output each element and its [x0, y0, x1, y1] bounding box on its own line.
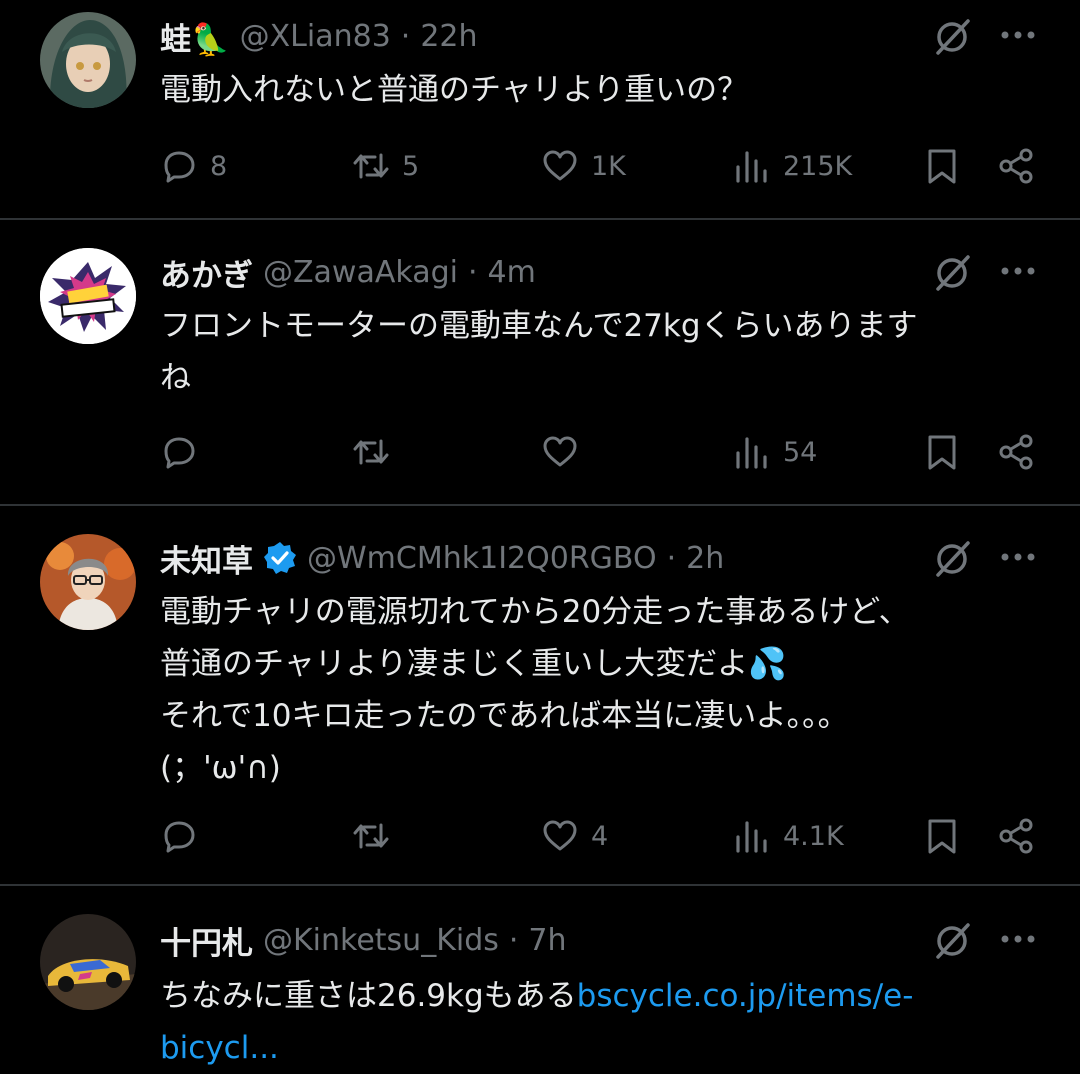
like-button[interactable]: 4 — [541, 814, 608, 858]
bookmark-button[interactable] — [923, 430, 961, 474]
more-icon[interactable] — [1000, 552, 1036, 562]
display-name[interactable]: 未知草 — [160, 536, 253, 581]
share-icon — [999, 818, 1033, 854]
tweet-header: 十円札 @Kinketsu_Kids · 7h — [160, 918, 567, 962]
like-count: 4 — [591, 820, 609, 852]
tweet-text: 電動入れないと普通のチャリより重いの？ — [160, 64, 1040, 116]
handle[interactable]: @ZawaAkagi — [263, 255, 458, 290]
handle[interactable]: @XLian83 — [240, 19, 391, 54]
share-icon — [999, 148, 1033, 184]
views-icon — [736, 151, 767, 183]
reply-icon — [164, 437, 195, 469]
tweet-text-line: ちなみに重さは26.9kgもある — [160, 978, 577, 1014]
tweet-text: フロントモーターの電動車なんで27kgくらいあります ね — [160, 300, 1040, 404]
tweet-text-line: ね — [160, 360, 191, 396]
tweet-2[interactable]: あかぎ @ZawaAkagi · 4m フロントモーターの電動車なんで27kgく… — [0, 220, 1080, 504]
bookmark-icon — [928, 435, 956, 470]
bookmark-button[interactable] — [923, 814, 961, 858]
separator: · — [400, 18, 411, 54]
views-button[interactable]: 4.1K — [733, 814, 844, 858]
grok-icon[interactable] — [932, 17, 972, 57]
retweet-button[interactable] — [352, 430, 402, 474]
retweet-button[interactable] — [352, 814, 402, 858]
tweet-text-line: 普通のチャリより凄まじく重いし大変だよ💦 — [160, 646, 787, 682]
separator: · — [508, 922, 519, 958]
tweet-text-line: 電動チャリの電源切れてから20分走った事あるけど、 — [160, 594, 910, 630]
display-name[interactable]: 蛙🦜 — [160, 14, 230, 59]
like-icon — [543, 150, 577, 181]
action-bar: 8 5 1K 215K — [0, 144, 1080, 188]
tweet-1[interactable]: 蛙🦜 @XLian83 · 22h 電動入れないと普通のチャリより重いの？ 8 … — [0, 0, 1080, 218]
tweet-header: あかぎ @ZawaAkagi · 4m — [160, 250, 536, 294]
views-icon — [736, 821, 767, 853]
grok-icon[interactable] — [932, 253, 972, 293]
retweet-count: 5 — [402, 150, 420, 182]
avatar-2[interactable] — [40, 248, 136, 344]
tweet-text-line: (；'ω'∩) — [160, 750, 281, 786]
verified-badge-icon[interactable] — [263, 541, 297, 575]
avatar-1[interactable] — [40, 12, 136, 108]
like-icon — [543, 436, 577, 467]
views-button[interactable]: 54 — [733, 430, 817, 474]
view-count: 54 — [783, 436, 818, 468]
separator: · — [666, 540, 677, 576]
more-icon[interactable] — [1000, 266, 1036, 276]
retweet-icon — [353, 823, 389, 849]
reply-button[interactable] — [160, 814, 210, 858]
share-button[interactable] — [997, 144, 1035, 188]
views-button[interactable]: 215K — [733, 144, 852, 188]
tweet-3[interactable]: 未知草 @WmCMhk1I2Q0RGBO · 2h 電動チャリの電源切れてから2… — [0, 506, 1080, 884]
like-count: 1K — [591, 150, 626, 182]
handle[interactable]: @Kinketsu_Kids — [263, 923, 499, 958]
like-button[interactable]: 1K — [541, 144, 626, 188]
like-icon — [543, 820, 577, 851]
tweet-4[interactable]: 十円札 @Kinketsu_Kids · 7h ちなみに重さは26.9kgもある… — [0, 886, 1080, 1073]
view-count: 215K — [783, 150, 853, 182]
share-icon — [999, 434, 1033, 470]
tweet-text-line: 電動入れないと普通のチャリより重いの？ — [160, 72, 749, 108]
more-icon[interactable] — [1000, 934, 1036, 944]
action-bar: 54 — [0, 430, 1080, 474]
display-name[interactable]: あかぎ — [160, 250, 253, 295]
tweet-header: 未知草 @WmCMhk1I2Q0RGBO · 2h — [160, 536, 724, 580]
views-icon — [736, 437, 767, 469]
grok-icon[interactable] — [932, 921, 972, 961]
avatar-4[interactable] — [40, 914, 136, 1010]
share-button[interactable] — [997, 814, 1035, 858]
timestamp[interactable]: 2h — [686, 541, 724, 576]
tweet-text-line: フロントモーターの電動車なんで27kgくらいあります — [160, 308, 918, 344]
bookmark-icon — [928, 819, 956, 854]
display-name[interactable]: 十円札 — [160, 918, 253, 963]
retweet-icon — [353, 439, 389, 465]
tweet-header: 蛙🦜 @XLian83 · 22h — [160, 14, 478, 58]
separator: · — [468, 254, 478, 290]
timestamp[interactable]: 22h — [420, 19, 477, 54]
bookmark-button[interactable] — [923, 144, 961, 188]
timestamp[interactable]: 4m — [488, 255, 536, 290]
tweet-text-line: それで10キロ走ったのであれば本当に凄いよ。。。 — [160, 698, 849, 734]
retweet-button[interactable]: 5 — [352, 144, 419, 188]
reply-count: 8 — [210, 150, 228, 182]
bookmark-icon — [928, 149, 956, 184]
reply-icon — [164, 821, 195, 853]
handle[interactable]: @WmCMhk1I2Q0RGBO — [307, 541, 657, 576]
tweet-text: ちなみに重さは26.9kgもあるbscycle.co.jp/items/e-bi… — [160, 970, 1020, 1074]
grok-icon[interactable] — [932, 539, 972, 579]
retweet-icon — [353, 153, 389, 179]
reply-button[interactable] — [160, 430, 210, 474]
more-icon[interactable] — [1000, 30, 1036, 40]
reply-button[interactable]: 8 — [160, 144, 227, 188]
share-button[interactable] — [997, 430, 1035, 474]
like-button[interactable] — [541, 430, 591, 474]
action-bar: 4 4.1K — [0, 814, 1080, 858]
tweet-text: 電動チャリの電源切れてから20分走った事あるけど、 普通のチャリより凄まじく重い… — [160, 586, 1040, 794]
view-count: 4.1K — [783, 820, 844, 852]
timestamp[interactable]: 7h — [528, 923, 566, 958]
reply-icon — [164, 151, 195, 183]
avatar-3[interactable] — [40, 534, 136, 630]
